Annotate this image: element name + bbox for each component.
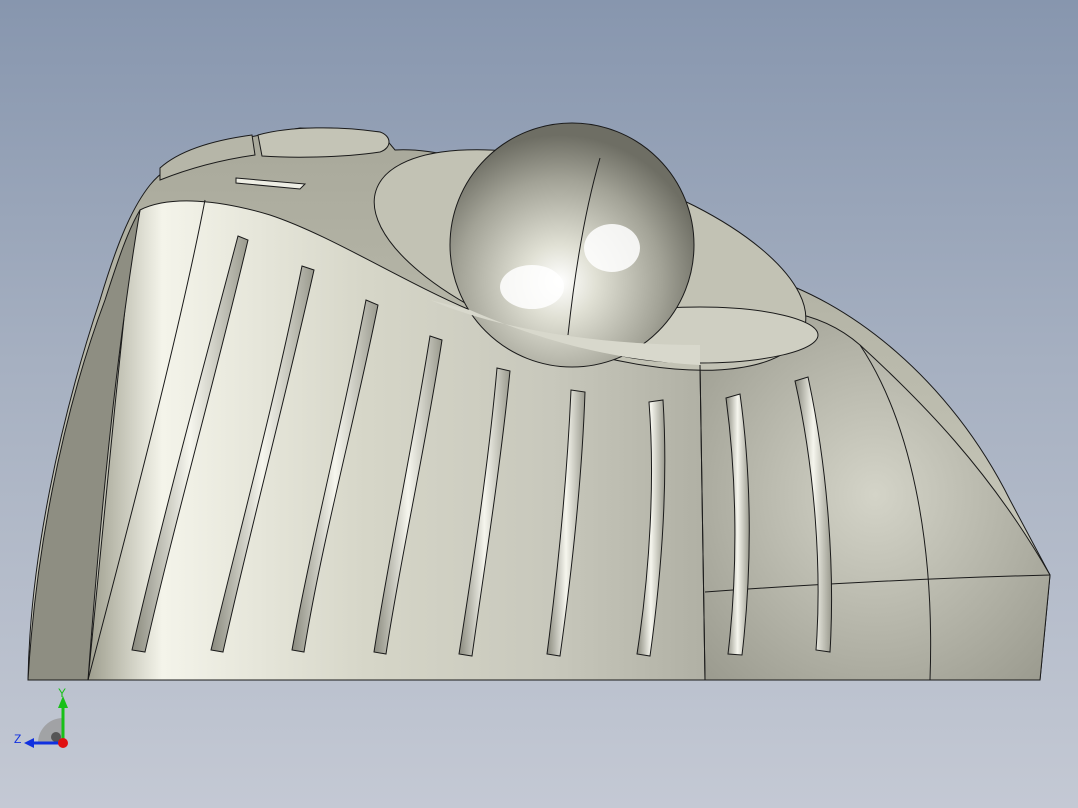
z-axis-arrow xyxy=(24,738,34,748)
trackball xyxy=(449,122,695,368)
ball-highlight-1 xyxy=(500,265,564,309)
top-button-right xyxy=(257,127,390,158)
ball-highlight-2 xyxy=(584,224,640,272)
cad-viewport[interactable]: Y Z xyxy=(0,0,1078,808)
z-axis-label: Z xyxy=(14,732,21,746)
x-axis-dot xyxy=(58,738,68,748)
trackball-mouse-model[interactable] xyxy=(0,0,1078,808)
coordinate-triad: Y Z xyxy=(14,686,68,748)
y-axis-label: Y xyxy=(58,686,66,700)
